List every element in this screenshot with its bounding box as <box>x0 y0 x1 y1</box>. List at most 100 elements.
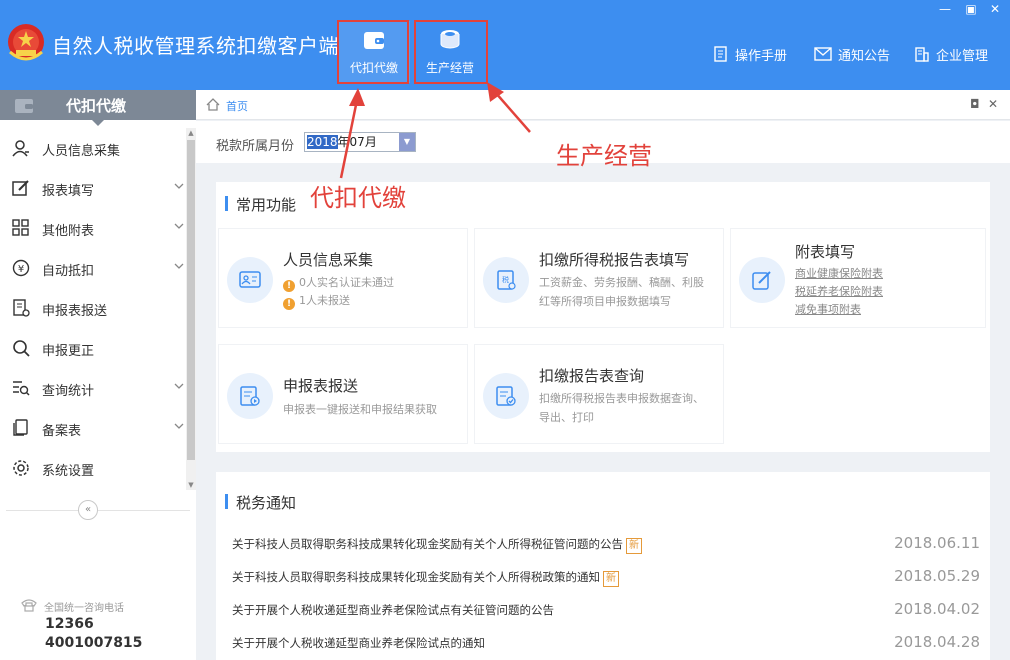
id-card-icon <box>239 271 261 288</box>
notice-title: 关于科技人员取得职务科技成果转化现金奖励有关个人所得税征管问题的公告 <box>232 537 623 551</box>
collapse-sidebar-button[interactable]: « <box>78 500 98 520</box>
notice-row[interactable]: 关于科技人员取得职务科技成果转化现金奖励有关个人所得税征管问题的公告新 2018… <box>232 532 980 554</box>
card-status-line: ! 1人未报送 <box>283 292 350 310</box>
sidebar-item-report-fill[interactable]: 报表填写 <box>0 168 186 208</box>
section-title: 常用功能 <box>236 196 297 214</box>
notice-title: 关于开展个人税收递延型商业养老保险试点的通知 <box>232 636 485 650</box>
period-year: 2018 <box>307 135 338 149</box>
card-withholding-report[interactable]: 税 扣缴所得税报告表填写 工资薪金、劳务报酬、稿酬、利股 红等所得项目申报数据填… <box>474 228 724 328</box>
minimize-button[interactable]: — <box>936 2 954 16</box>
sidebar-scrollbar[interactable]: ▲ ▼ <box>186 128 196 490</box>
new-badge: 新 <box>626 538 642 554</box>
chevron-down-icon <box>174 263 184 269</box>
sidebar-item-label: 其他附表 <box>42 224 95 239</box>
notice-date: 2018.05.29 <box>894 567 980 585</box>
card-icon-bg <box>483 373 529 419</box>
divider <box>6 510 190 511</box>
dropdown-arrow-icon[interactable]: ▼ <box>399 133 415 151</box>
card-report-query[interactable]: 扣缴报告表查询 扣缴所得税报告表申报数据查询、 导出、打印 <box>474 344 724 444</box>
sidebar-notch <box>92 120 104 126</box>
sidebar-item-filing[interactable]: 备案表 <box>0 408 186 448</box>
period-picker[interactable]: 2018年07月 ▼ <box>304 132 416 152</box>
warning-icon: ! <box>283 280 295 292</box>
sidebar-item-label: 报表填写 <box>42 184 95 199</box>
search-icon <box>13 340 30 357</box>
annotation-box-withholding <box>337 20 409 84</box>
app-title: 自然人税收管理系统扣缴客户端 <box>52 34 339 58</box>
card-icon-bg <box>227 257 273 303</box>
restore-tab-button[interactable]: ◘ <box>970 97 980 111</box>
card-title: 人员信息采集 <box>283 251 374 269</box>
annotation-label-production: 生产经营 <box>556 142 652 170</box>
card-title: 扣缴报告表查询 <box>539 367 645 385</box>
report-check-icon <box>496 386 516 406</box>
files-icon <box>13 419 28 436</box>
breadcrumb: 首页 ◘ ✕ <box>196 90 1010 120</box>
sidebar-item-label: 备案表 <box>42 424 82 439</box>
card-report-send[interactable]: 申报表报送 申报表一键报送和申报结果获取 <box>218 344 468 444</box>
card-status-line: ! 0人实名认证未通过 <box>283 274 394 292</box>
card-title: 扣缴所得税报告表填写 <box>539 251 690 269</box>
card-attachment-fill[interactable]: 附表填写 商业健康保险附表 税延养老保险附表 减免事项附表 <box>730 228 986 328</box>
tax-relief-link[interactable]: 减免事项附表 <box>795 301 861 317</box>
home-icon <box>206 98 220 111</box>
gear-icon <box>13 460 29 476</box>
notice-row[interactable]: 关于科技人员取得职务科技成果转化现金奖励有关个人所得税政策的通知新 2018.0… <box>232 565 980 587</box>
enterprise-link[interactable]: 企业管理 <box>914 44 988 64</box>
card-desc-line: 导出、打印 <box>539 411 594 424</box>
notice-date: 2018.04.02 <box>894 600 980 618</box>
sidebar-item-settings[interactable]: 系统设置 <box>0 448 186 488</box>
edit-icon <box>12 180 29 196</box>
sidebar-item-label: 申报表报送 <box>42 304 108 319</box>
hotline-label: 全国统一咨询电话 <box>44 603 124 614</box>
card-desc-line: 扣缴所得税报告表申报数据查询、 <box>539 392 704 405</box>
pension-insurance-link[interactable]: 税延养老保险附表 <box>795 283 883 299</box>
maximize-button[interactable]: ▣ <box>962 2 980 16</box>
scroll-up-arrow[interactable]: ▲ <box>186 128 196 138</box>
chevron-down-icon <box>174 183 184 189</box>
notice-link-label: 通知公告 <box>838 48 891 64</box>
card-desc-line: 申报表一键报送和申报结果获取 <box>283 403 437 416</box>
sidebar-item-correction[interactable]: 申报更正 <box>0 328 186 368</box>
sidebar-header: 代扣代缴 <box>0 90 196 126</box>
close-tab-button[interactable]: ✕ <box>988 97 998 111</box>
building-icon <box>915 47 929 62</box>
sidebar-item-report-send[interactable]: 申报表报送 <box>0 288 186 328</box>
sidebar-item-label: 申报更正 <box>42 344 95 359</box>
wallet-icon <box>15 99 33 113</box>
mail-icon <box>814 47 832 61</box>
health-insurance-link[interactable]: 商业健康保险附表 <box>795 265 883 281</box>
chevron-down-icon <box>174 223 184 229</box>
sidebar-item-label: 自动抵扣 <box>42 264 95 279</box>
notice-link[interactable]: 通知公告 <box>814 44 890 64</box>
sidebar-item-label: 人员信息采集 <box>42 144 121 159</box>
scroll-down-arrow[interactable]: ▼ <box>186 480 196 490</box>
breadcrumb-home[interactable]: 首页 <box>226 98 248 114</box>
card-person-info[interactable]: 人员信息采集 ! 0人实名认证未通过 ! 1人未报送 <box>218 228 468 328</box>
sidebar-item-label: 查询统计 <box>42 384 95 399</box>
sidebar-item-query-stats[interactable]: 查询统计 <box>0 368 186 408</box>
hotline-number: 4001007815 <box>45 635 143 651</box>
manual-link[interactable]: 操作手册 <box>713 44 787 64</box>
notice-row[interactable]: 关于开展个人税收递延型商业养老保险试点有关征管问题的公告 2018.04.02 <box>232 598 980 620</box>
report-send-icon <box>240 386 260 406</box>
person-icon <box>12 140 29 157</box>
annotation-label-withholding: 代扣代缴 <box>310 184 406 212</box>
report-send-icon <box>13 299 30 317</box>
card-icon-bg <box>227 373 273 419</box>
card-icon-bg <box>739 257 785 303</box>
section-marker <box>225 494 228 509</box>
warning-icon: ! <box>283 298 295 310</box>
tax-form-icon: 税 <box>497 270 516 290</box>
annotation-box-production <box>414 20 488 84</box>
sidebar-item-other-tables[interactable]: 其他附表 <box>0 208 186 248</box>
scroll-thumb[interactable] <box>187 140 195 460</box>
sidebar-item-auto-deduct[interactable]: ¥ 自动抵扣 <box>0 248 186 288</box>
sidebar-item-person-info[interactable]: 人员信息采集 <box>0 128 186 168</box>
card-desc-line: 红等所得项目申报数据填写 <box>539 295 671 308</box>
card-icon-bg: 税 <box>483 257 529 303</box>
close-button[interactable]: ✕ <box>986 2 1004 16</box>
svg-text:税: 税 <box>502 275 509 284</box>
notice-row[interactable]: 关于开展个人税收递延型商业养老保险试点的通知 2018.04.28 <box>232 631 980 653</box>
section-marker <box>225 196 228 211</box>
